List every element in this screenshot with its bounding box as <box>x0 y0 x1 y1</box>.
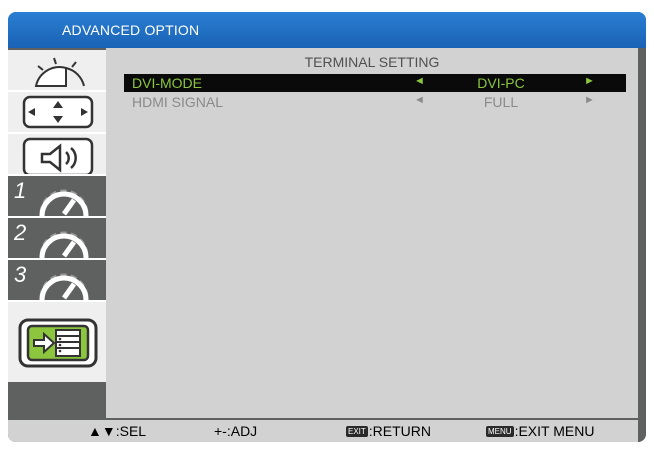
exit-key-icon: EXIT <box>346 426 368 437</box>
setting-value: FULL <box>483 94 519 110</box>
settings-panel: TERMINAL SETTING DVI-MODE ◄ DVI-PC ► HDM… <box>106 48 638 418</box>
setting-value: DVI-PC <box>477 75 525 91</box>
menu-key-icon: MENU <box>486 426 514 437</box>
setting-label: DVI-MODE <box>132 75 202 91</box>
picture-icon <box>34 57 85 87</box>
section-title: TERMINAL SETTING <box>304 54 440 70</box>
advanced-option-icon <box>18 318 98 368</box>
hint-select: ▲▼:SEL <box>88 423 147 439</box>
sidebar-item-config-1[interactable]: 1 <box>8 176 106 218</box>
setting-row-dvi-mode[interactable]: DVI-MODE ◄ DVI-PC ► <box>124 74 626 92</box>
sidebar-item-audio[interactable] <box>8 134 106 176</box>
hint-exit-menu-text: :EXIT MENU <box>514 423 595 439</box>
config-1-icon <box>39 189 89 216</box>
sidebar-item-config-2[interactable]: 2 <box>8 218 106 260</box>
sidebar-item-screen[interactable] <box>8 92 106 134</box>
screen-icon <box>22 95 94 129</box>
right-arrow-icon[interactable]: ► <box>584 94 595 106</box>
window-title: ADVANCED OPTION <box>62 22 200 38</box>
sidebar: 1 2 3 <box>8 48 106 426</box>
config-3-icon <box>39 273 89 300</box>
sidebar-item-config-3[interactable]: 3 <box>8 260 106 302</box>
setting-row-hdmi-signal[interactable]: HDMI SIGNAL ◄ FULL ► <box>124 93 626 111</box>
left-arrow-icon[interactable]: ◄ <box>414 75 425 87</box>
sidebar-item-advanced-option[interactable] <box>8 302 106 382</box>
hint-exit-menu: MENU:EXIT MENU <box>486 423 594 439</box>
audio-icon <box>22 137 94 174</box>
footer-hints: ▲▼:SEL +-:ADJ EXIT:RETURN MENU:EXIT MENU <box>8 420 646 442</box>
sidebar-item-picture[interactable] <box>8 50 106 92</box>
setting-label: HDMI SIGNAL <box>132 94 224 110</box>
right-arrow-icon[interactable]: ► <box>584 75 595 87</box>
hint-return: EXIT:RETURN <box>346 423 431 439</box>
hint-adjust: +-:ADJ <box>214 423 258 439</box>
config-2-icon <box>39 231 89 258</box>
title-bar: ADVANCED OPTION <box>8 12 646 48</box>
left-arrow-icon[interactable]: ◄ <box>414 94 425 106</box>
hint-return-text: :RETURN <box>368 423 432 439</box>
osd-window: ADVANCED OPTION 1 2 3 TERMINAL SETTING D… <box>8 12 646 442</box>
